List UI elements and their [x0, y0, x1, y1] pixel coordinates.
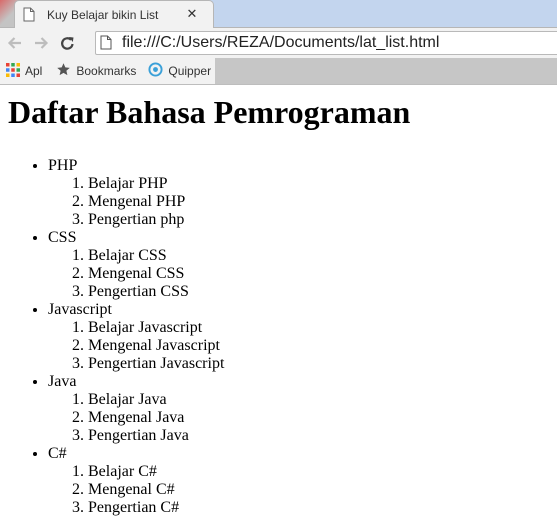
list-item: PHP Belajar PHP Mengenal PHP Pengertian …	[48, 157, 557, 229]
sub-list: Belajar PHP Mengenal PHP Pengertian php	[48, 175, 557, 229]
bookmark-label: Bookmarks	[76, 64, 137, 78]
sub-list: Belajar CSS Mengenal CSS Pengertian CSS	[48, 247, 557, 301]
list-item: Belajar Java	[88, 391, 557, 409]
address-bar[interactable]: file:///C:/Users/REZA/Documents/lat_list…	[95, 31, 557, 55]
url-text: file:///C:/Users/REZA/Documents/lat_list…	[122, 34, 440, 51]
reload-icon[interactable]	[56, 32, 78, 54]
language-name: CSS	[48, 229, 77, 246]
language-name: C#	[48, 445, 67, 462]
bookmark-quipper[interactable]: Quipper	[148, 62, 211, 80]
list-item: Belajar C#	[88, 463, 557, 481]
language-name: PHP	[48, 157, 78, 174]
quipper-icon	[148, 62, 163, 80]
bookmarks-bar: Apl Bookmarks Quipper	[0, 58, 557, 85]
back-arrow-icon[interactable]	[4, 32, 26, 54]
page-icon	[100, 35, 116, 51]
language-list: PHP Belajar PHP Mengenal PHP Pengertian …	[0, 157, 557, 517]
toolbar: file:///C:/Users/REZA/Documents/lat_list…	[0, 28, 557, 58]
list-item: Belajar PHP	[88, 175, 557, 193]
list-item: Pengertian Java	[88, 427, 557, 445]
list-item: Pengertian Javascript	[88, 355, 557, 373]
star-icon	[56, 62, 71, 80]
tab-title: Kuy Belajar bikin List	[47, 7, 159, 22]
bookmarks-bar-empty-area	[215, 58, 557, 84]
close-tab-icon[interactable]: ✕	[185, 7, 199, 22]
list-item: Belajar Javascript	[88, 319, 557, 337]
bookmark-label: Apl	[25, 64, 43, 78]
bookmark-label: Quipper	[168, 64, 212, 78]
sub-list: Belajar C# Mengenal C# Pengertian C#	[48, 463, 557, 517]
list-item: Mengenal CSS	[88, 265, 557, 283]
list-item: Pengertian php	[88, 211, 557, 229]
page-icon	[23, 7, 39, 23]
list-item: Mengenal Java	[88, 409, 557, 427]
bookmark-bookmarks[interactable]: Bookmarks	[56, 62, 136, 80]
list-item: Mengenal C#	[88, 481, 557, 499]
list-item: Javascript Belajar Javascript Mengenal J…	[48, 301, 557, 373]
sub-list: Belajar Javascript Mengenal Javascript P…	[48, 319, 557, 373]
forward-arrow-icon[interactable]	[30, 32, 52, 54]
list-item: Mengenal Javascript	[88, 337, 557, 355]
list-item: Pengertian C#	[88, 499, 557, 517]
language-name: Javascript	[48, 301, 112, 318]
list-item: Belajar CSS	[88, 247, 557, 265]
bookmark-apps[interactable]: Apl	[6, 62, 43, 80]
list-item: CSS Belajar CSS Mengenal CSS Pengertian …	[48, 229, 557, 301]
tab-strip: Kuy Belajar bikin List ✕	[0, 0, 557, 28]
language-name: Java	[48, 373, 77, 390]
list-item: Pengertian CSS	[88, 283, 557, 301]
page-heading: Daftar Bahasa Pemrograman	[8, 94, 411, 130]
browser-chrome: Kuy Belajar bikin List ✕ file:///C:/User…	[0, 0, 557, 85]
apps-grid-icon	[6, 62, 20, 80]
browser-tab[interactable]: Kuy Belajar bikin List ✕	[14, 0, 214, 28]
list-item: Mengenal PHP	[88, 193, 557, 211]
list-item: C# Belajar C# Mengenal C# Pengertian C#	[48, 445, 557, 517]
list-item: Java Belajar Java Mengenal Java Pengerti…	[48, 373, 557, 445]
page-content: Daftar Bahasa Pemrograman PHP Belajar PH…	[0, 84, 557, 530]
sub-list: Belajar Java Mengenal Java Pengertian Ja…	[48, 391, 557, 445]
